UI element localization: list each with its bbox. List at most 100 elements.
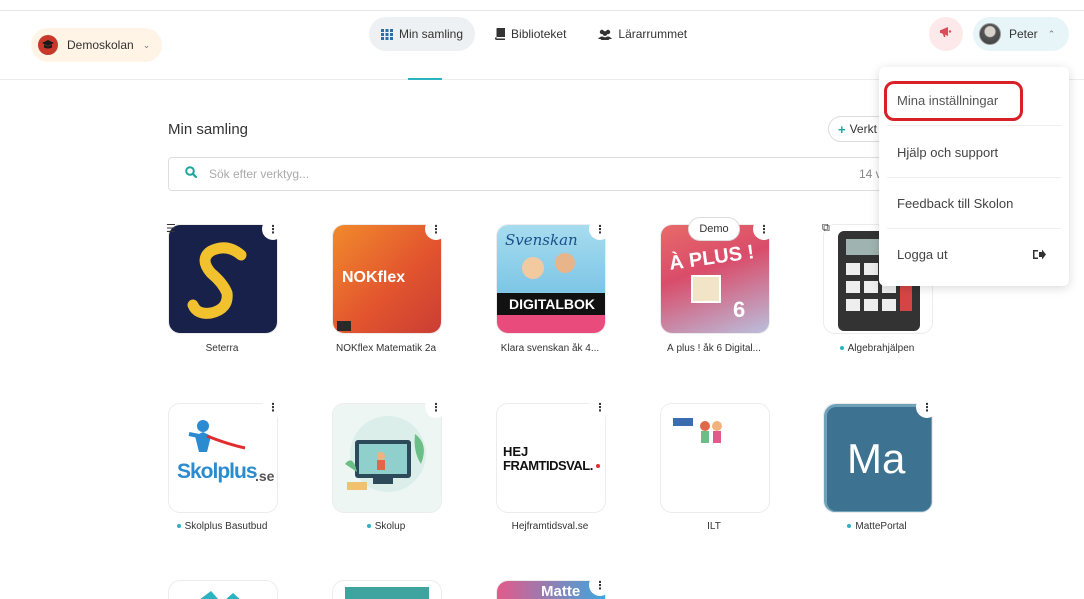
hejframtidsval-logo: HEJ FRAMTIDSVAL. — [497, 404, 605, 512]
demo-badge: Demo — [688, 217, 740, 241]
klara-svenskan-cover: Svenskan DIGITALBOK — [497, 225, 605, 333]
tool-tile-partial[interactable] — [168, 580, 278, 599]
active-nav-indicator — [408, 78, 442, 80]
main-nav: Min samling Biblioteket Lärarrummet — [369, 17, 707, 51]
tile-label: ILT — [707, 521, 721, 532]
tool-tile-matteportal[interactable]: Ma — [823, 403, 933, 513]
nav-biblioteket[interactable]: Biblioteket — [483, 17, 578, 51]
matte-wordmark: Matte — [541, 583, 581, 599]
partial-logo-icon — [169, 581, 277, 599]
tool-tile-hejframtidsval[interactable]: HEJ FRAMTIDSVAL. — [496, 403, 606, 513]
tile-label: MattePortal — [812, 521, 942, 532]
tile-menu-button[interactable]: ⋮ — [425, 396, 447, 418]
kid-figure-icon — [522, 257, 544, 279]
nokflex-cover: NOKflex — [333, 225, 441, 333]
user-menu-button[interactable]: Peter ⌃ — [973, 17, 1069, 51]
cover-stripe — [497, 315, 605, 333]
tool-tile-nokflex[interactable]: NOKflex — [332, 224, 442, 334]
publisher-logo-icon — [337, 321, 351, 331]
digitalbok-banner: DIGITALBOK — [497, 293, 605, 315]
logout-icon — [1033, 247, 1046, 265]
skolplus-tld: .se — [255, 468, 275, 484]
users-icon — [598, 29, 613, 40]
tool-tile-partial[interactable] — [332, 580, 442, 599]
tool-tile-skolup[interactable] — [332, 403, 442, 513]
highlight-annotation — [884, 81, 1023, 121]
nav-lararrummet[interactable]: Lärarrummet — [586, 17, 699, 51]
list-icon[interactable]: ☰ — [166, 222, 176, 235]
kid-figure-icon — [555, 253, 575, 273]
status-dot — [839, 346, 844, 351]
status-dot — [366, 524, 371, 529]
seterra-logo-icon — [169, 225, 277, 333]
search-input[interactable] — [209, 167, 887, 181]
cover-title: Svenskan — [505, 231, 578, 249]
tool-tile-ilt[interactable] — [660, 403, 770, 513]
tool-tile-seterra[interactable] — [168, 224, 278, 334]
search-bar: 14 v — [168, 157, 888, 191]
hej-line1: HEJ — [503, 444, 529, 459]
page-title: Min samling — [168, 121, 249, 138]
menu-divider — [887, 228, 1061, 229]
cover-title: À PLUS ! — [667, 241, 756, 275]
tile-menu-button[interactable]: ⋮ — [589, 218, 611, 240]
chevron-down-icon: ⌄ — [142, 39, 151, 50]
photo-icon — [691, 275, 721, 303]
school-selector[interactable]: Demoskolan ⌄ — [31, 28, 162, 62]
hej-line2: FRAMTIDSVAL. — [503, 458, 593, 473]
tile-menu-button[interactable]: ⋮ — [916, 396, 938, 418]
status-dot — [847, 524, 852, 529]
skolup-illustration-icon — [333, 404, 441, 512]
megaphone-icon — [939, 25, 953, 44]
tile-label: Hejframtidsval.se — [511, 521, 589, 532]
grid-icon — [381, 28, 393, 40]
add-tool-label: Verkt — [849, 122, 877, 136]
chevron-up-icon: ⌃ — [1047, 28, 1056, 39]
tile-label: Skolup — [321, 521, 451, 532]
nav-min-samling[interactable]: Min samling — [369, 17, 476, 51]
red-dot-icon — [596, 464, 600, 468]
school-name: Demoskolan — [67, 38, 134, 52]
user-name: Peter — [1009, 27, 1038, 41]
partial-cover — [333, 581, 441, 599]
tile-label: Klara svenskan åk 4... — [500, 343, 600, 354]
tile-menu-button[interactable]: ⋮ — [753, 218, 775, 240]
tile-label: Skolplus Basutbud — [157, 521, 287, 532]
ma-wordmark: Ma — [847, 435, 906, 482]
menu-item-logout[interactable]: Logga ut — [897, 247, 948, 262]
menu-item-feedback[interactable]: Feedback till Skolon — [897, 196, 1013, 211]
tile-menu-button[interactable]: ⋮ — [262, 218, 284, 240]
tile-menu-button[interactable]: ⋮ — [425, 218, 447, 240]
ilt-logo-icon — [661, 404, 769, 512]
nokflex-wordmark: NOKflex — [342, 269, 406, 286]
tool-tile-klara-svenskan[interactable]: Svenskan DIGITALBOK — [496, 224, 606, 334]
status-dot — [176, 524, 181, 529]
book-icon — [495, 28, 506, 40]
notification-button[interactable] — [929, 17, 963, 51]
tile-menu-button[interactable]: ⋮ — [589, 574, 611, 596]
school-logo-icon — [38, 35, 58, 55]
a-plus-cover: À PLUS ! 6 — [661, 225, 769, 333]
tile-menu-button[interactable]: ⋮ — [589, 396, 611, 418]
external-link-icon[interactable]: ⧉ — [822, 222, 830, 235]
skolplus-logo: Skolplus .se — [169, 404, 277, 512]
skolplus-figure-icon — [188, 420, 246, 452]
tile-label: Algebrahjälpen — [812, 343, 942, 354]
avatar — [979, 23, 1001, 45]
partial-cover-bar — [345, 587, 429, 599]
menu-divider — [887, 177, 1061, 178]
menu-divider — [887, 125, 1061, 126]
tool-tile-skolplus[interactable]: Skolplus .se — [168, 403, 278, 513]
nav-label: Min samling — [399, 27, 464, 41]
tile-menu-button[interactable]: ⋮ — [262, 396, 284, 418]
skolplus-wordmark: Skolplus — [177, 460, 258, 483]
search-icon — [185, 165, 198, 183]
nav-label: Lärarrummet — [618, 27, 688, 41]
tile-label: Seterra — [205, 343, 239, 354]
grade-number: 6 — [733, 297, 746, 322]
tile-label: À plus ! åk 6 Digital... — [667, 343, 761, 354]
plus-icon: + — [838, 121, 846, 137]
matteportal-logo: Ma — [824, 404, 932, 512]
menu-item-help[interactable]: Hjälp och support — [897, 145, 998, 160]
nav-label: Biblioteket — [511, 27, 567, 41]
